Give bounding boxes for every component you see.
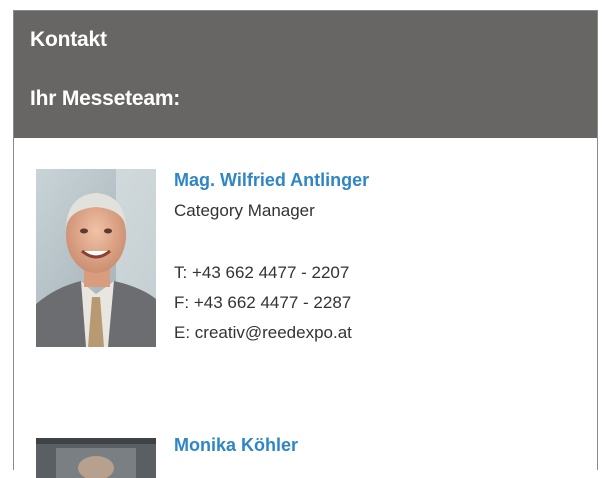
contact-name-link[interactable]: Mag. Wilfried Antlinger — [174, 169, 574, 191]
contact-info: Monika Köhler — [174, 434, 574, 456]
panel-title: Kontakt — [30, 28, 107, 51]
panel-subtitle: Ihr Messeteam: — [30, 87, 181, 110]
contact-role: Category Manager — [174, 201, 315, 220]
contact-email[interactable]: E: creativ@reedexpo.at — [174, 322, 574, 344]
contact-name-link[interactable]: Monika Köhler — [174, 434, 574, 456]
portrait-image — [36, 169, 156, 347]
contact-phone: T: +43 662 4477 - 2207 — [174, 263, 350, 282]
contact-info: Mag. Wilfried Antlinger Category Manager… — [174, 169, 574, 344]
contact-panel: Kontakt Ihr Messeteam: Mag. Wilfried Ant… — [13, 10, 598, 478]
panel-header: Kontakt Ihr Messeteam: — [14, 11, 597, 138]
contact-photo — [36, 438, 156, 478]
contact-photo — [36, 169, 156, 347]
portrait-image — [36, 438, 156, 478]
contact-fax: F: +43 662 4477 - 2287 — [174, 293, 352, 312]
